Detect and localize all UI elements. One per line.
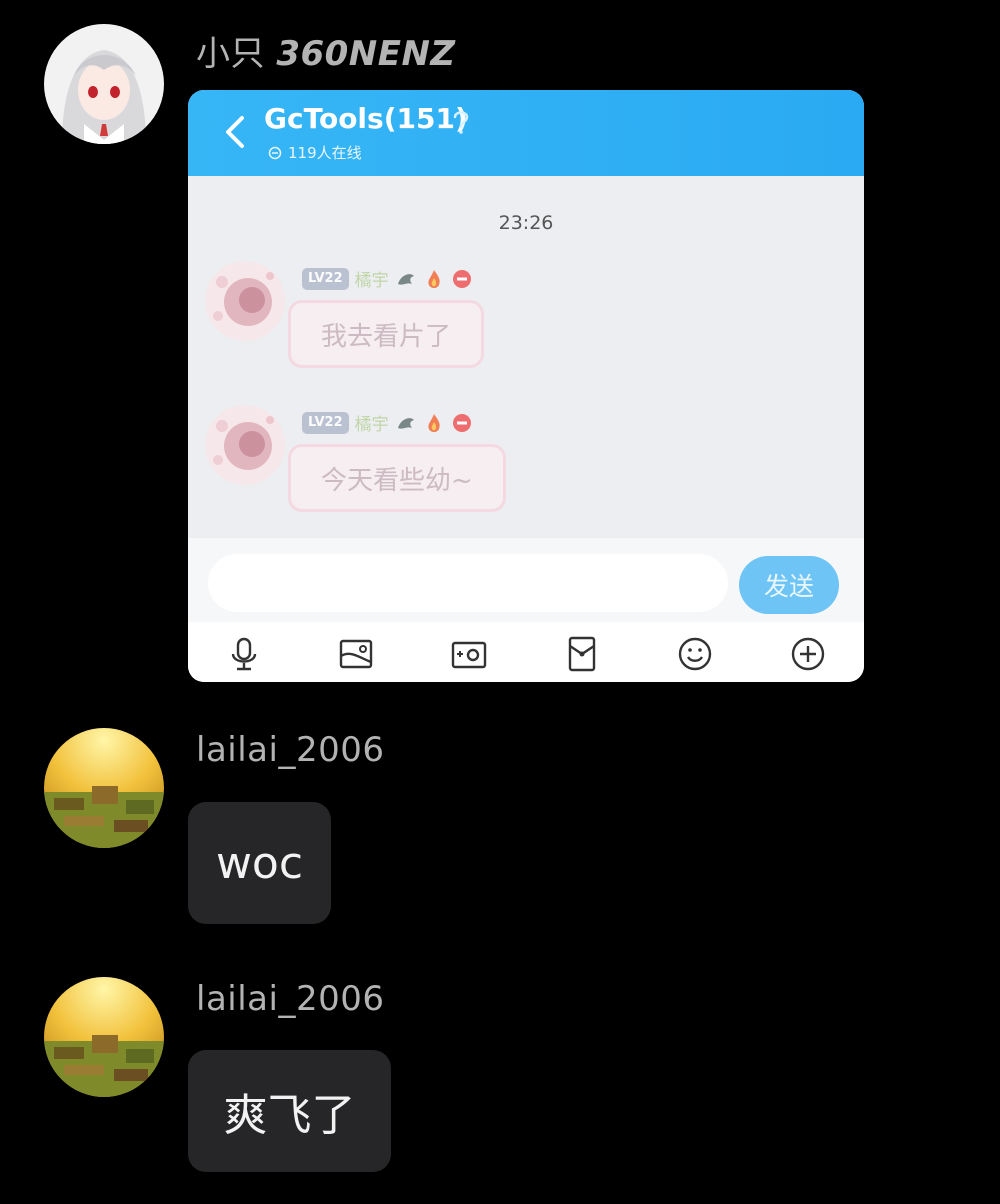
fire-icon (428, 413, 440, 432)
chat-bubble: 我去看片了 (288, 300, 485, 368)
username[interactable]: lailai_2006 (196, 730, 384, 770)
message-input[interactable] (208, 554, 728, 612)
chat-timestamp: 23:26 (498, 212, 554, 234)
chat-message-meta: LV22 橘宇 (302, 266, 473, 291)
screenshot-attachment[interactable]: GcTools(151) 119人在线 23:26 LV22 橘宇 我去看片了 … (188, 90, 864, 682)
no-entry-icon (452, 269, 471, 288)
group-title: GcTools(151) (264, 102, 468, 135)
sakura-avatar-icon (204, 404, 286, 486)
dragon-icon (397, 417, 414, 429)
emoji-icon[interactable] (675, 634, 715, 674)
chat-bubble: 今天看些幼~ (288, 444, 506, 512)
dragon-icon (397, 273, 414, 285)
camera-icon[interactable] (449, 634, 489, 674)
username[interactable]: lailai_2006 (196, 979, 384, 1019)
chat-message: LV22 橘宇 今天看些幼~ (204, 404, 524, 514)
username[interactable]: 小只 360NENZ (196, 26, 456, 75)
avatar-anime-girl-icon[interactable] (44, 24, 164, 144)
chat-nickname: 橘宇 (354, 415, 389, 435)
chat-header: GcTools(151) 119人在线 (188, 90, 864, 176)
online-count: 119人在线 (288, 144, 362, 162)
online-status: 119人在线 (268, 142, 362, 163)
microphone-icon[interactable] (224, 634, 264, 674)
red-packet-icon[interactable] (562, 634, 602, 674)
message-bubble[interactable]: 爽飞了 (188, 1050, 391, 1172)
chat-nickname: 橘宇 (354, 271, 389, 291)
back-arrow-icon (226, 116, 244, 148)
sakura-avatar-icon (204, 260, 286, 342)
avatar-minecraft-village-icon[interactable] (44, 977, 164, 1097)
avatar-minecraft-village-icon[interactable] (44, 728, 164, 848)
plus-icon[interactable] (788, 634, 828, 674)
image-icon[interactable] (336, 634, 376, 674)
online-clock-icon (268, 146, 282, 159)
send-button[interactable]: 发送 (739, 556, 839, 614)
username-prefix: 小只 (196, 34, 265, 74)
level-badge: LV22 (302, 267, 349, 290)
help-icon (453, 111, 469, 134)
no-entry-icon (452, 413, 471, 432)
level-badge: LV22 (302, 411, 349, 434)
message-bubble[interactable]: woc (188, 802, 331, 924)
username-styled: 360NENZ (276, 34, 456, 74)
chat-toolbar (188, 622, 864, 682)
fire-icon (428, 269, 440, 288)
chat-message: LV22 橘宇 我去看片了 (204, 260, 524, 370)
chat-message-meta: LV22 橘宇 (302, 410, 473, 435)
